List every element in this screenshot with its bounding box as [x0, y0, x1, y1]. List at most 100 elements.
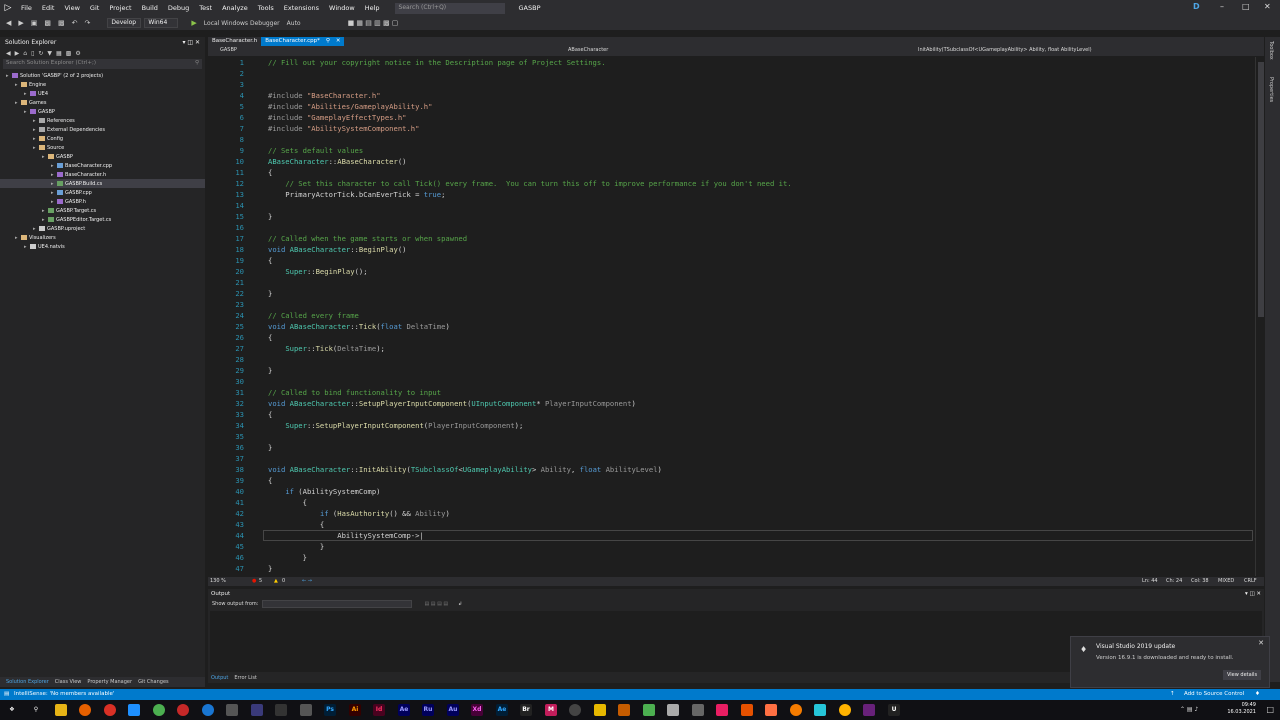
code-line[interactable]: 33 { [208, 409, 1248, 420]
error-icon[interactable]: ● [252, 578, 256, 584]
tab-basecharacter-cpp[interactable]: BaseCharacter.cpp* ⚲ ✕ [261, 37, 345, 46]
code-line[interactable]: 7 #include "AbilitySystemComponent.h" [208, 123, 1248, 134]
code-line[interactable]: 45 } [208, 541, 1248, 552]
code-line[interactable]: 47} [208, 563, 1248, 574]
switch-views-icon[interactable]: ▯ [31, 50, 34, 57]
code-line[interactable]: 16 [208, 222, 1248, 233]
save-all-icon[interactable]: ▩ [56, 19, 67, 27]
tree-item[interactable]: ▸ External Dependencies [0, 125, 205, 134]
close-window-icon[interactable]: ✕ [1264, 2, 1271, 11]
vertical-scrollbar[interactable] [1255, 57, 1265, 576]
code-line[interactable]: 29} [208, 365, 1248, 376]
app-icon[interactable] [251, 704, 263, 716]
properties-tab[interactable]: Properties [1268, 77, 1274, 102]
start-debug-icon[interactable]: ▶ [189, 19, 198, 27]
menu-debug[interactable]: Debug [163, 4, 194, 12]
close-icon[interactable]: ✕ [1258, 639, 1264, 647]
code-line[interactable]: 18 void ABaseCharacter::BeginPlay() [208, 244, 1248, 255]
tab-property-manager[interactable]: Property Manager [87, 679, 132, 685]
code-line[interactable]: 12 // Set this character to call Tick() … [208, 178, 1248, 189]
config-select[interactable]: Develop [107, 18, 142, 28]
tab-basecharacter-h[interactable]: BaseCharacter.h [208, 37, 261, 46]
tree-item[interactable]: ▸ Config [0, 134, 205, 143]
app-icon[interactable] [128, 704, 140, 716]
action-center-icon[interactable]: □ [1266, 705, 1274, 714]
properties-icon[interactable]: ⚙ [75, 50, 80, 57]
app-icon[interactable] [300, 704, 312, 716]
tab-git-changes[interactable]: Git Changes [138, 679, 169, 685]
photoshop-icon[interactable]: Ps [324, 704, 336, 716]
code-line[interactable]: 28 [208, 354, 1248, 365]
code-line[interactable]: 4 #include "BaseCharacter.h" [208, 90, 1248, 101]
panel-pin-icon[interactable]: ▾ ◫ ✕ [182, 39, 200, 46]
audition-icon[interactable]: Au [447, 704, 459, 716]
code-line[interactable]: 42 if (HasAuthority() && Ability) [208, 508, 1248, 519]
app-icon[interactable] [765, 704, 777, 716]
close-tab-icon[interactable]: ✕ [336, 38, 341, 45]
indesign-icon[interactable]: Id [373, 704, 385, 716]
maximize-icon[interactable]: □ [1242, 2, 1250, 11]
save-icon[interactable]: ▩ [42, 19, 53, 27]
code-line[interactable]: 40 if (AbilitySystemComp) [208, 486, 1248, 497]
mode-select[interactable]: Auto [285, 20, 303, 27]
minimize-icon[interactable]: – [1220, 2, 1224, 11]
code-editor[interactable]: 1 // Fill out your copyright notice in th… [208, 57, 1255, 576]
tree-item[interactable]: ▸ Source [0, 143, 205, 152]
tree-item[interactable]: ▸ GASBP.Target.cs [0, 206, 205, 215]
code-line[interactable]: 15} [208, 211, 1248, 222]
search-input[interactable]: Search (Ctrl+Q) [394, 2, 505, 14]
code-line[interactable]: 43 { [208, 519, 1248, 530]
menu-window[interactable]: Window [324, 4, 360, 12]
zoom-level[interactable]: 130 % [210, 578, 226, 584]
back-icon[interactable]: ◀ [6, 50, 11, 57]
tree-item[interactable]: ▸ BaseCharacter.h [0, 170, 205, 179]
project-dropdown[interactable]: GASBP [220, 47, 237, 53]
app-icon[interactable] [667, 704, 679, 716]
tab-error-list[interactable]: Error List [234, 675, 257, 681]
tray-icons[interactable]: ⌃ ▤ ♪ [1180, 706, 1198, 713]
tree-item[interactable]: ▸ UE4.natvis [0, 242, 205, 251]
code-line[interactable]: 36} [208, 442, 1248, 453]
unreal-engine-icon[interactable]: U [888, 704, 900, 716]
tree-item[interactable]: ▸ Solution 'GASBP' (2 of 2 projects) [0, 71, 205, 80]
menu-help[interactable]: Help [360, 4, 385, 12]
menu-extensions[interactable]: Extensions [279, 4, 324, 12]
output-source-select[interactable] [262, 600, 413, 608]
code-line[interactable]: 10 ABaseCharacter::ABaseCharacter() [208, 156, 1248, 167]
app-icon[interactable] [814, 704, 826, 716]
menu-build[interactable]: Build [137, 4, 163, 12]
tree-item[interactable]: ▸ GASBPEditor.Target.cs [0, 215, 205, 224]
line-ending[interactable]: CRLF [1244, 578, 1257, 584]
forward-icon[interactable]: ▶ [15, 50, 20, 57]
code-line[interactable]: 37 [208, 453, 1248, 464]
file-explorer-icon[interactable] [55, 704, 67, 716]
output-actions-icon[interactable]: ▤ ▤ ▤ ▤ [424, 601, 448, 607]
code-line[interactable]: 46 } [208, 552, 1248, 563]
add-to-source-control[interactable]: Add to Source Control [1184, 691, 1244, 697]
whitespace-mode[interactable]: MIXED [1218, 578, 1234, 584]
tree-item[interactable]: ▸ Visualizers [0, 233, 205, 242]
premiere-rush-icon[interactable]: Ru [422, 704, 434, 716]
menu-file[interactable]: File [16, 4, 37, 12]
code-line[interactable]: 1 // Fill out your copyright notice in th… [208, 57, 1248, 68]
notifications-icon[interactable]: ♦ [1255, 691, 1260, 697]
app-icon[interactable]: Br [520, 704, 532, 716]
word-wrap-icon[interactable]: ↲ [458, 601, 462, 607]
app-icon[interactable] [275, 704, 287, 716]
app-icon[interactable] [569, 704, 581, 716]
app-icon[interactable] [716, 704, 728, 716]
menu-test[interactable]: Test [194, 4, 217, 12]
tab-output[interactable]: Output [211, 675, 228, 681]
code-line[interactable]: 35 [208, 431, 1248, 442]
pin-icon[interactable]: ⚲ [326, 38, 330, 45]
code-line[interactable]: 27 Super::Tick(DeltaTime); [208, 343, 1248, 354]
tree-item[interactable]: ▸ Engine [0, 80, 205, 89]
tab-class-view[interactable]: Class View [55, 679, 82, 685]
app-icon[interactable]: M [545, 704, 557, 716]
tree-item[interactable]: ▸ References [0, 116, 205, 125]
code-line[interactable]: 34 Super::SetupPlayerInputComponent(Play… [208, 420, 1248, 431]
view-details-button[interactable]: View details [1223, 670, 1261, 680]
code-line[interactable]: 26 { [208, 332, 1248, 343]
app-icon[interactable] [618, 704, 630, 716]
app-icon[interactable] [692, 704, 704, 716]
